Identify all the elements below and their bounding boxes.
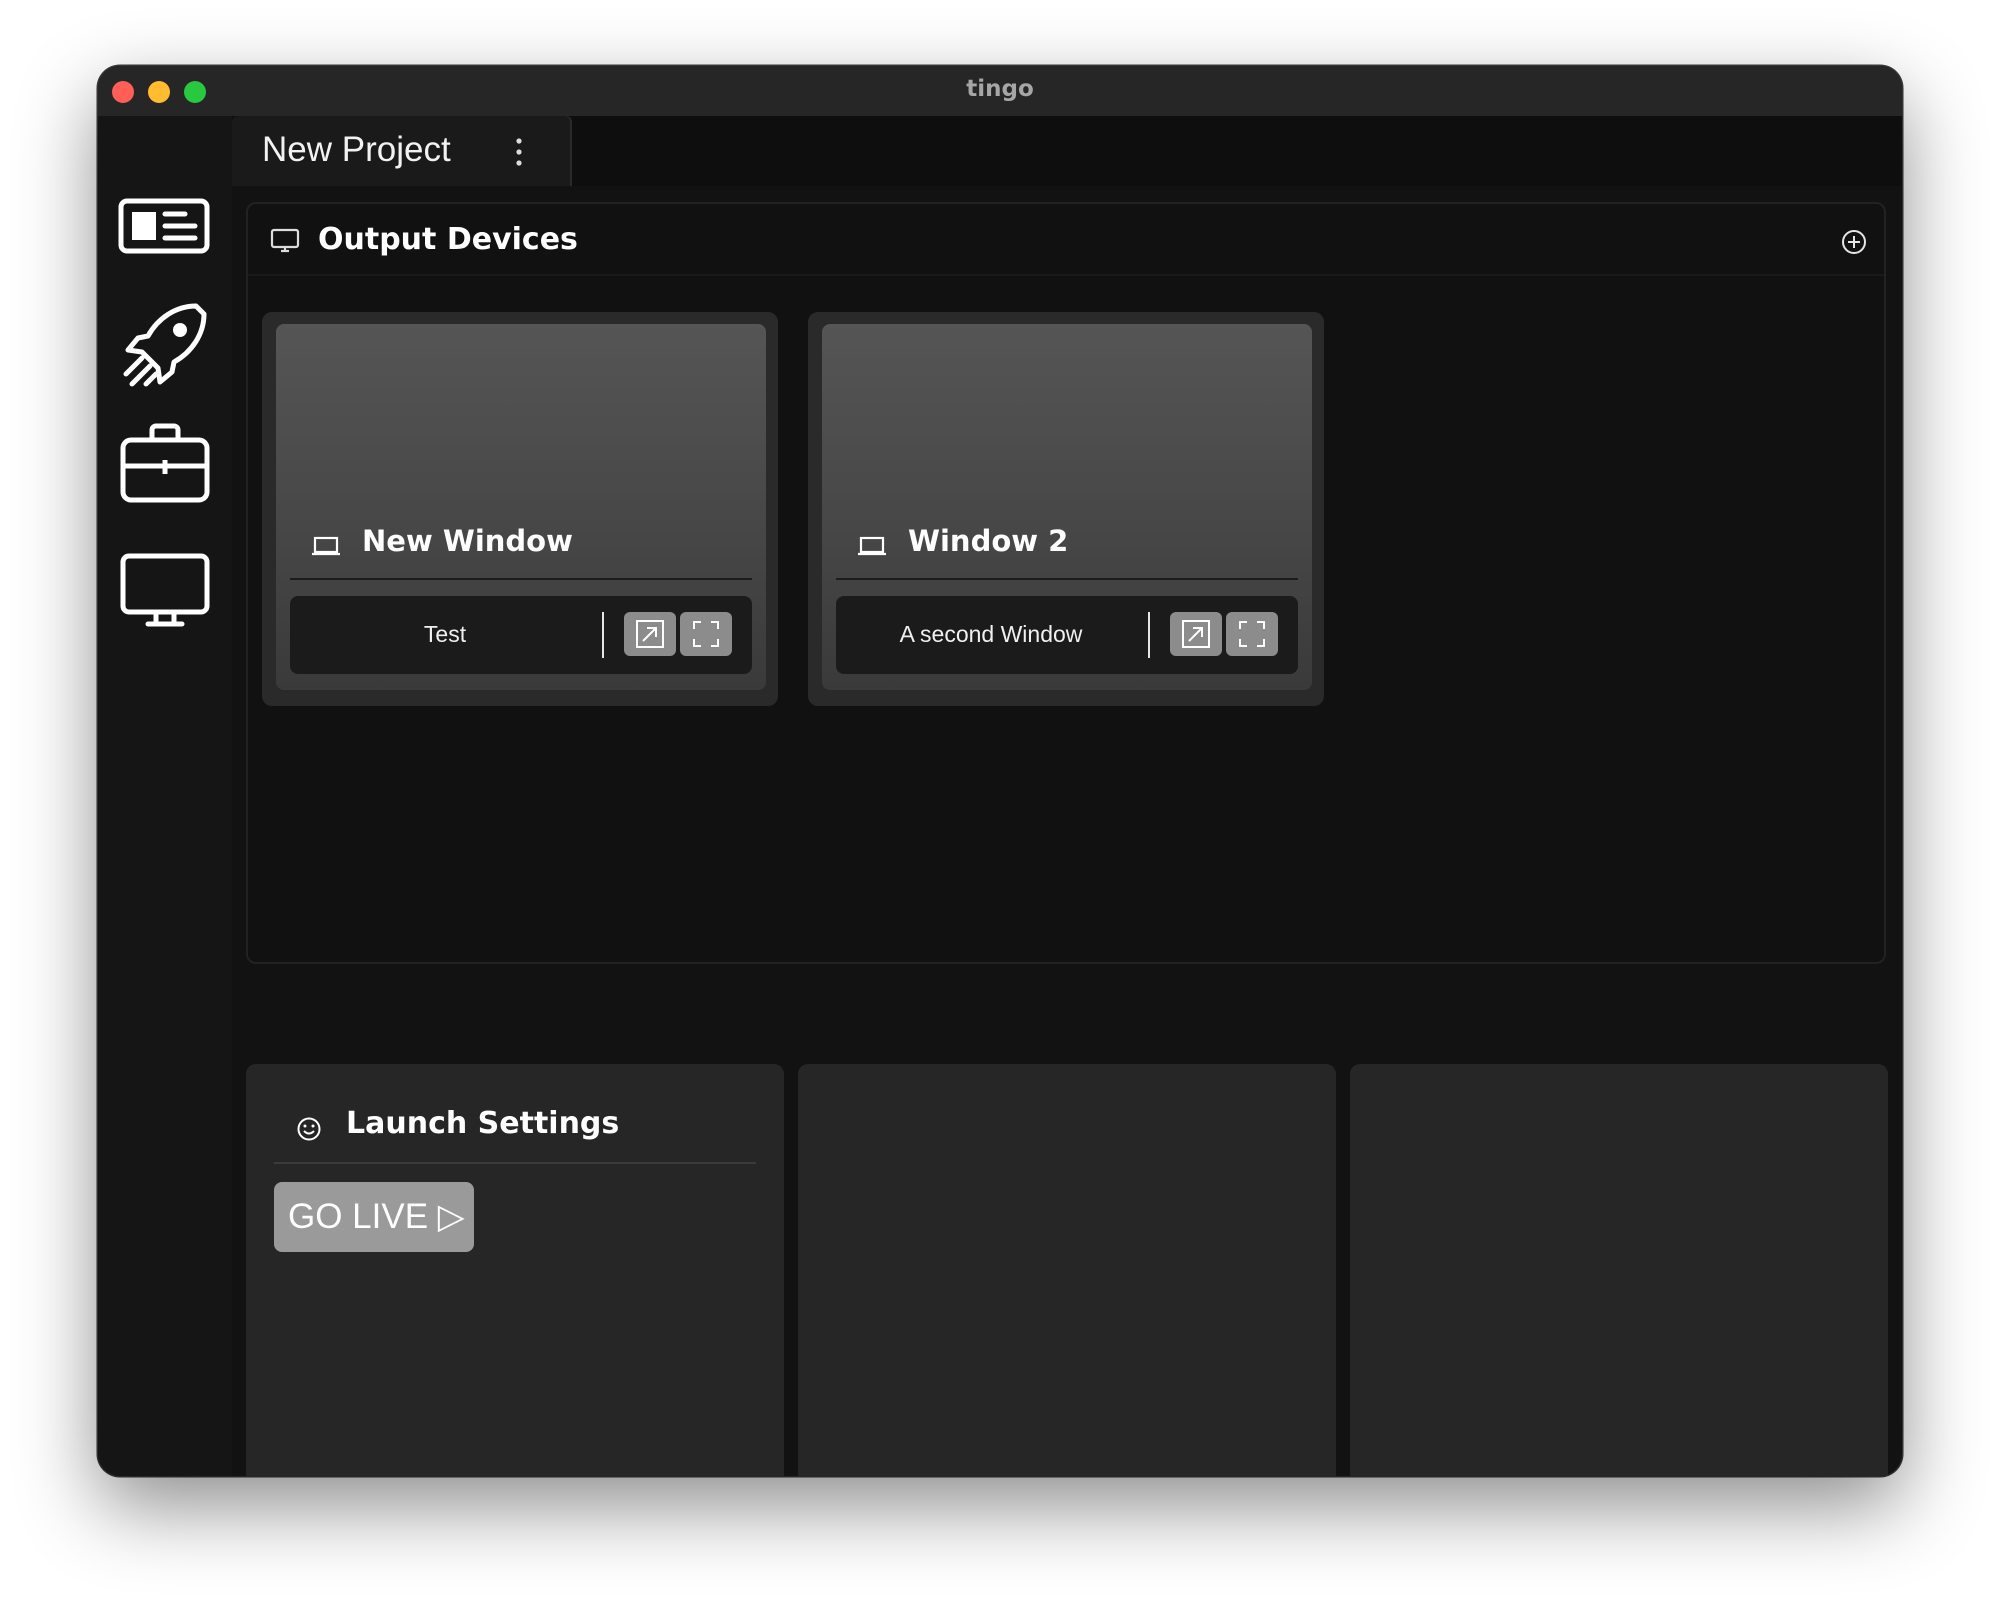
launch-settings-panel: Launch Settings GO LIVE ▷ — [246, 1064, 784, 1476]
monitor-icon[interactable] — [118, 542, 212, 636]
device-name: New Window — [362, 524, 573, 558]
device-controls: Test — [290, 596, 752, 674]
divider — [290, 578, 752, 580]
device-description: A second Window — [899, 621, 1083, 647]
sidebar — [98, 116, 232, 1476]
device-preview[interactable]: New Window Test — [276, 324, 766, 690]
device-preview[interactable]: Window 2 A second Window — [822, 324, 1312, 690]
presentation-card-icon[interactable] — [118, 176, 212, 270]
rocket-icon[interactable] — [118, 298, 212, 392]
device-name: Window 2 — [908, 524, 1069, 558]
divider — [1148, 612, 1150, 658]
tab-new-project[interactable]: New Project — [232, 116, 572, 186]
device-card: Window 2 A second Window — [808, 312, 1324, 706]
device-card: New Window Test — [262, 312, 778, 706]
monitor-icon — [270, 228, 300, 253]
divider — [274, 1162, 756, 1164]
smiley-icon — [297, 1117, 321, 1141]
divider — [602, 612, 604, 658]
briefcase-icon[interactable] — [118, 416, 212, 510]
more-vertical-icon[interactable] — [502, 134, 536, 170]
open-window-button[interactable] — [1170, 612, 1222, 656]
device-controls: A second Window — [836, 596, 1298, 674]
tab-bar: New Project — [232, 116, 1902, 186]
output-devices-header: Output Devices — [248, 204, 1884, 276]
go-live-button[interactable]: GO LIVE ▷ — [274, 1182, 474, 1252]
laptop-icon — [858, 536, 886, 556]
launch-settings-title: Launch Settings — [346, 1106, 620, 1141]
divider — [836, 578, 1298, 580]
fullscreen-button[interactable] — [1226, 612, 1278, 656]
app-window: tingo New Project Output Devices New Win… — [98, 66, 1902, 1476]
fullscreen-button[interactable] — [680, 612, 732, 656]
empty-panel — [798, 1064, 1336, 1476]
window-title: tingo — [966, 76, 1034, 102]
device-description: Test — [423, 621, 467, 647]
open-window-button[interactable] — [624, 612, 676, 656]
plus-circle-icon[interactable] — [1840, 228, 1868, 256]
output-devices-title: Output Devices — [318, 222, 578, 257]
laptop-icon — [312, 536, 340, 556]
tab-label: New Project — [262, 130, 451, 169]
title-bar: tingo — [98, 66, 1902, 116]
output-devices-panel: Output Devices New Window Test Window 2 … — [246, 202, 1886, 964]
empty-panel — [1350, 1064, 1888, 1476]
